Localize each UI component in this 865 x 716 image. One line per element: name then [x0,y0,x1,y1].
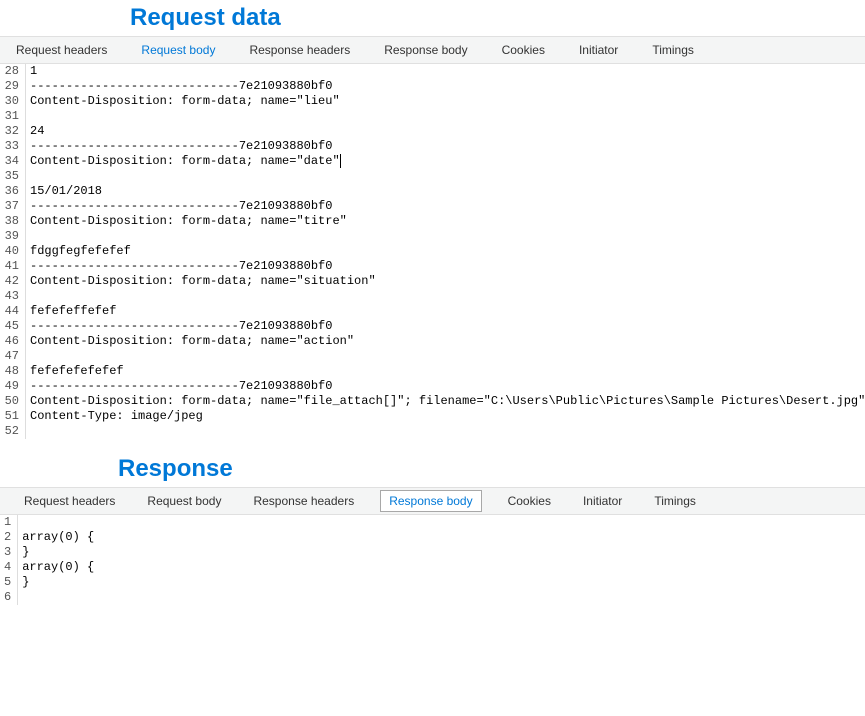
tab-request-body[interactable]: Request body [141,490,227,512]
response-body-content: array(0) {}array(0) {} [18,515,94,605]
tab-request-body[interactable]: Request body [135,39,221,61]
response-line-gutter: 123456 [0,515,18,605]
response-tabbar: Request headers Request body Response he… [0,487,865,515]
response-body-viewer[interactable]: 123456 array(0) {}array(0) {} [0,515,865,605]
request-title: Request data [0,0,865,36]
response-section: Response Request headers Request body Re… [0,451,865,605]
request-body-content: 1-----------------------------7e21093880… [26,64,865,439]
tab-response-headers[interactable]: Response headers [247,490,360,512]
tab-cookies[interactable]: Cookies [502,490,557,512]
tab-cookies[interactable]: Cookies [496,39,551,61]
tab-response-body[interactable]: Response body [380,490,481,512]
tab-timings[interactable]: Timings [648,490,702,512]
tab-response-headers[interactable]: Response headers [243,39,356,61]
response-title: Response [0,451,865,487]
tab-response-body[interactable]: Response body [378,39,473,61]
tab-request-headers[interactable]: Request headers [10,39,113,61]
tab-initiator[interactable]: Initiator [577,490,628,512]
request-body-viewer[interactable]: 2829303132333435363738394041424344454647… [0,64,865,439]
request-tabbar: Request headers Request body Response he… [0,36,865,64]
tab-timings[interactable]: Timings [646,39,700,61]
tab-initiator[interactable]: Initiator [573,39,624,61]
request-line-gutter: 2829303132333435363738394041424344454647… [0,64,26,439]
request-data-section: Request data Request headers Request bod… [0,0,865,439]
tab-request-headers[interactable]: Request headers [18,490,121,512]
